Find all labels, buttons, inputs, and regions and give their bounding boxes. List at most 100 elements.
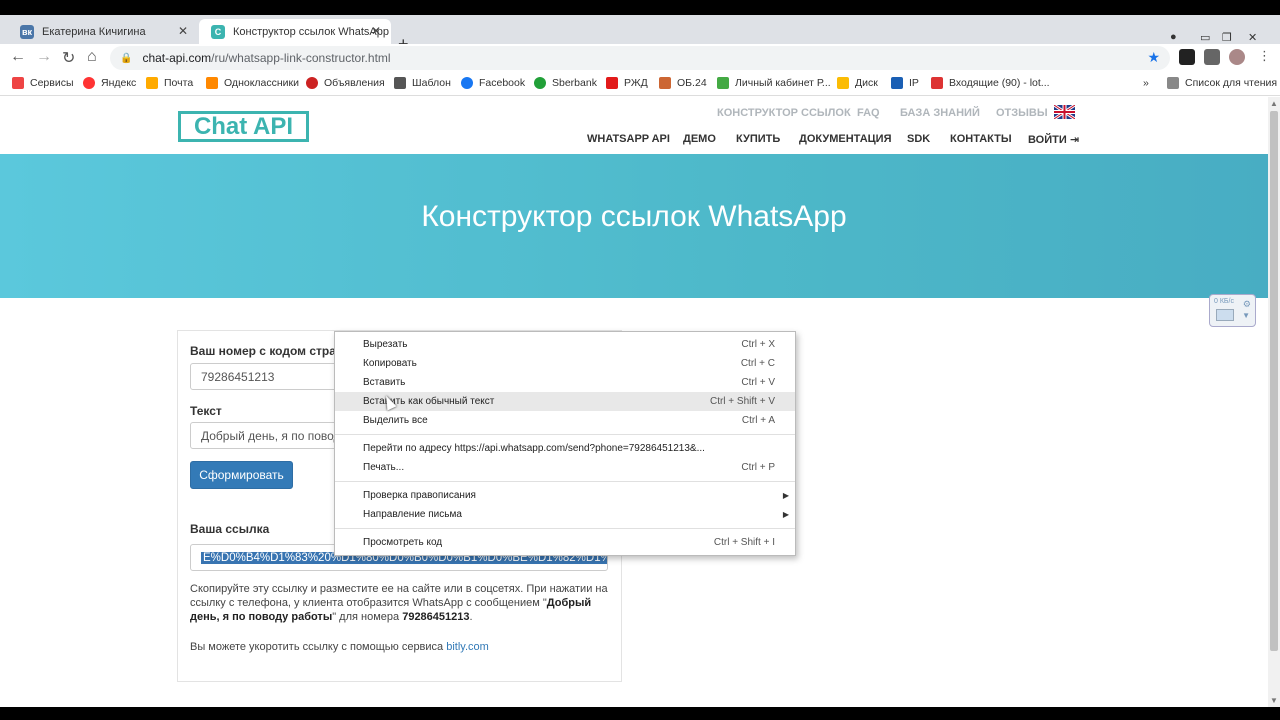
menu-item-label: Перейти по адресу https://api.whatsapp.c… (363, 443, 705, 454)
bookmark-yandex[interactable]: Яндекс (83, 77, 136, 89)
menu-item-spellcheck[interactable]: Проверка правописания ▶ (335, 486, 795, 505)
settings-icon: ⚙ (1242, 299, 1251, 309)
bookmarks-bar: Сервисы Яндекс Почта Одноклассники Объяв… (0, 72, 1280, 96)
uk-flag-icon[interactable] (1054, 105, 1075, 119)
menu-item-writing-direction[interactable]: Направление письма ▶ (335, 505, 795, 524)
nav-demo[interactable]: ДЕМО (683, 133, 716, 145)
tab-strip: вк Екатерина Кичигина ✕ C Конструктор сс… (0, 15, 1280, 54)
forward-icon[interactable]: → (36, 48, 52, 66)
bookmark-mail[interactable]: Почта (146, 77, 193, 89)
bookmark-rzd[interactable]: РЖД (606, 77, 648, 89)
desc-number: 79286451213 (402, 611, 470, 623)
menu-item-shortcut: Ctrl + X (741, 339, 775, 350)
bitly-link[interactable]: bitly.com (446, 641, 489, 653)
network-speed-widget[interactable]: 0 КБ/с ⚙ ▼ (1209, 294, 1256, 327)
generate-button[interactable]: Сформировать (190, 461, 293, 489)
home-icon[interactable]: ⌂ (87, 48, 97, 66)
menu-item-label: Вырезать (363, 339, 408, 350)
bookmark-ads[interactable]: Объявления (306, 77, 385, 89)
ads-icon (306, 77, 318, 89)
minimize-icon[interactable]: ▭ (1200, 31, 1210, 44)
speed-label: 0 КБ/с (1214, 298, 1234, 305)
bookmark-label: Объявления (324, 77, 385, 89)
tab-chatapi[interactable]: C Конструктор ссылок WhatsApp ✕ (199, 19, 391, 44)
bookmark-template[interactable]: Шаблон (394, 77, 451, 89)
menu-item-cut[interactable]: Вырезать Ctrl + X (335, 335, 795, 354)
hero-banner: Конструктор ссылок WhatsApp (0, 154, 1268, 298)
apps-icon (12, 77, 24, 89)
nav-link-knowledge[interactable]: БАЗА ЗНАНИЙ (900, 107, 980, 119)
scroll-up-icon[interactable]: ▲ (1270, 99, 1278, 108)
menu-icon[interactable]: ⋮ (1258, 48, 1271, 64)
puzzle-icon[interactable] (1204, 49, 1220, 65)
menu-item-goto-url[interactable]: Перейти по адресу https://api.whatsapp.c… (335, 439, 795, 458)
bookmark-services[interactable]: Сервисы (12, 77, 74, 89)
phone-label: Ваш номер с кодом страны (190, 344, 354, 358)
bookmark-label: Диск (855, 77, 878, 89)
close-icon[interactable]: ✕ (371, 24, 381, 38)
submenu-arrow-icon: ▶ (782, 510, 789, 519)
nav-contacts[interactable]: КОНТАКТЫ (950, 133, 1012, 145)
bookmark-cabinet[interactable]: Личный кабинет Р... (717, 77, 831, 89)
nav-buy[interactable]: КУПИТЬ (736, 133, 780, 145)
menu-item-paste[interactable]: Вставить Ctrl + V (335, 373, 795, 392)
restore-icon[interactable]: ❐ (1222, 31, 1232, 44)
desc-text: Скопируйте эту ссылку и разместите ее на… (190, 583, 608, 609)
nav-link-constructor[interactable]: КОНСТРУКТОР ССЫЛОК (717, 107, 851, 119)
menu-item-select-all[interactable]: Выделить все Ctrl + A (335, 411, 795, 430)
login-label: ВОЙТИ (1028, 134, 1067, 146)
bookmark-ok[interactable]: Одноклассники (206, 77, 299, 89)
window-close-icon[interactable]: ✕ (1248, 31, 1257, 44)
nav-docs[interactable]: ДОКУМЕНТАЦИЯ (799, 133, 892, 145)
tab-vk[interactable]: вк Екатерина Кичигина ✕ (8, 19, 198, 44)
menu-item-label: Направление письма (363, 509, 462, 520)
reading-list-label: Список для чтения (1185, 77, 1278, 89)
menu-item-shortcut: Ctrl + P (741, 462, 775, 473)
bookmark-ob24[interactable]: ОБ.24 (659, 77, 707, 89)
extension-icon[interactable] (1179, 49, 1195, 65)
menu-item-inspect[interactable]: Просмотреть код Ctrl + Shift + I (335, 533, 795, 552)
menu-item-print[interactable]: Печать... Ctrl + P (335, 458, 795, 477)
bookmark-disk[interactable]: Диск (837, 77, 878, 89)
bookmark-ip[interactable]: IP (891, 77, 919, 89)
login-icon: ⇥ (1069, 134, 1080, 146)
lock-icon: 🔒 (120, 52, 133, 64)
nav-link-faq[interactable]: FAQ (857, 107, 880, 119)
tab-search-icon[interactable]: ● (1170, 31, 1177, 43)
nav-whatsapp-api[interactable]: WHATSAPP API (587, 133, 670, 145)
scrollbar[interactable]: ▲ ▼ (1268, 97, 1280, 707)
bookmark-star-icon[interactable]: ★ (1147, 49, 1160, 66)
menu-item-label: Выделить все (363, 415, 428, 426)
reading-list-button[interactable]: Список для чтения (1167, 77, 1277, 89)
back-icon[interactable]: ← (10, 48, 26, 66)
address-bar[interactable]: 🔒 chat-api.com/ru/whatsapp-link-construc… (110, 46, 1170, 70)
bookmark-label: Шаблон (412, 77, 451, 89)
gmail-icon (931, 77, 943, 89)
tab-title: Екатерина Кичигина (42, 25, 146, 38)
desc-text: . (469, 611, 473, 623)
bookmark-facebook[interactable]: Facebook (461, 77, 525, 89)
nav-sdk[interactable]: SDK (907, 133, 930, 145)
more-bookmarks-button[interactable]: » (1143, 77, 1149, 89)
menu-item-copy[interactable]: Копировать Ctrl + C (335, 354, 795, 373)
nav-login[interactable]: ВОЙТИ ⇥ (1028, 133, 1079, 146)
close-icon[interactable]: ✕ (178, 24, 188, 38)
bookmark-sberbank[interactable]: Sberbank (534, 77, 597, 89)
ob24-icon (659, 77, 671, 89)
cabinet-icon (717, 77, 729, 89)
bookmark-label: Яндекс (101, 77, 137, 89)
desc-text: " для номера (332, 611, 403, 623)
bookmark-inbox[interactable]: Входящие (90) - lot... (931, 77, 1050, 89)
ip-icon (891, 77, 903, 89)
facebook-icon (461, 77, 473, 89)
rzd-icon (606, 77, 618, 89)
menu-item-paste-plain[interactable]: Вставить как обычный текст Ctrl + Shift +… (335, 392, 795, 411)
nav-link-reviews[interactable]: ОТЗЫВЫ (996, 107, 1048, 119)
scroll-thumb[interactable] (1270, 111, 1278, 651)
reload-icon[interactable]: ↻ (62, 48, 75, 68)
bookmark-label: Sberbank (552, 77, 597, 89)
vk-icon: вк (20, 24, 34, 39)
avatar[interactable] (1229, 49, 1245, 65)
scroll-down-icon[interactable]: ▼ (1270, 696, 1278, 705)
site-logo[interactable]: Chat API (178, 111, 309, 142)
